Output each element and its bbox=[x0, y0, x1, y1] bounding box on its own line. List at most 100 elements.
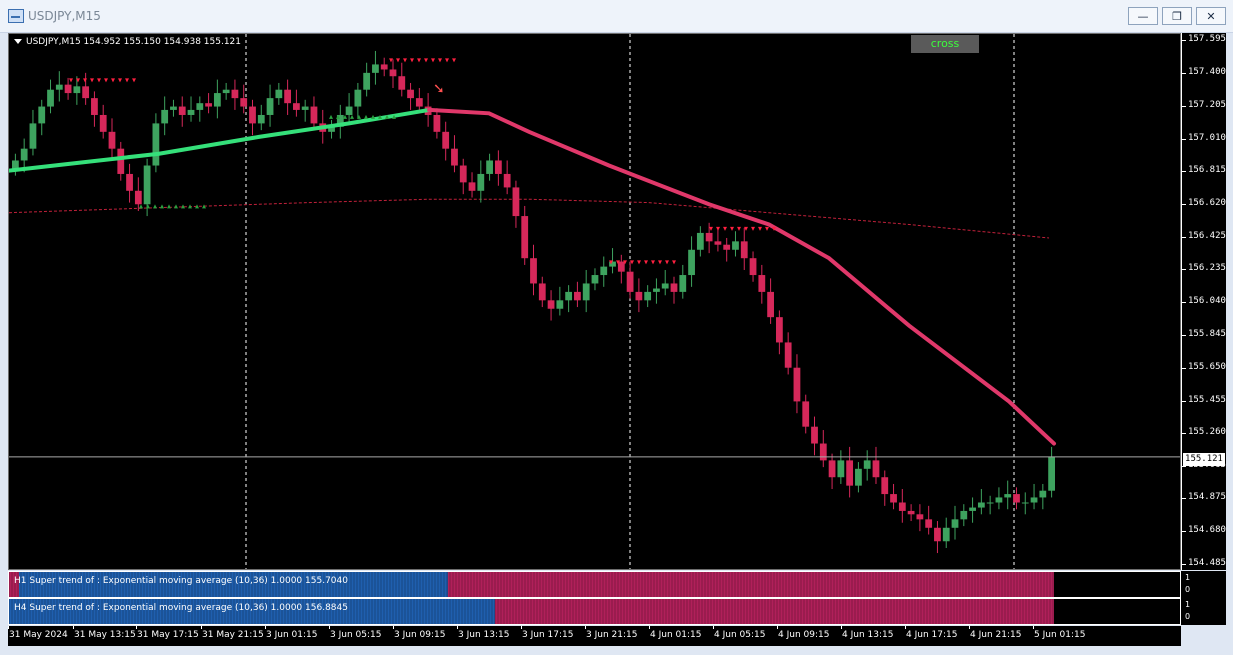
trend-marker: ▾ bbox=[665, 258, 669, 267]
indicator-panel-h4[interactable]: H4 Super trend of : Exponential moving a… bbox=[8, 598, 1181, 625]
candle bbox=[565, 291, 573, 301]
candle bbox=[916, 514, 924, 520]
indicator-panel-h1[interactable]: H1 Super trend of : Exponential moving a… bbox=[8, 571, 1181, 598]
price-level-label: 154.875 bbox=[1188, 492, 1226, 503]
price-chart[interactable]: ▾ ▾ ▾ ▾ ▾ ▾ ▾ ▾ ▾ ▾ ▾ ▾ ▾ ▾ ▾ ▾ ▾ ▾ ▾ ▾ ▾ ▾ ▾ ▾ ▾ ▾ ▾ ▾ ▾ ▾ ▾ ▾ ▾ ▾ ▾ ▾ ▾ ▾ ▾ ▾… bbox=[8, 33, 1181, 570]
trend-marker: ▾ bbox=[424, 55, 428, 64]
price-tick bbox=[1182, 105, 1186, 107]
time-tick bbox=[1033, 626, 1034, 629]
ema-line-downtrend bbox=[427, 107, 1056, 446]
candle bbox=[117, 148, 125, 174]
trend-marker: ▾ bbox=[90, 76, 94, 85]
time-label: 4 Jun 13:15 bbox=[842, 630, 894, 640]
candle bbox=[468, 182, 476, 191]
candle bbox=[600, 266, 608, 276]
candle bbox=[196, 103, 204, 110]
candle bbox=[143, 165, 151, 205]
trend-marker: ▾ bbox=[772, 224, 776, 233]
candle bbox=[846, 460, 854, 486]
candle bbox=[459, 165, 467, 183]
cross-button[interactable]: cross bbox=[911, 35, 979, 53]
indicator-h4-scale-top: 1 bbox=[1185, 600, 1191, 609]
price-level-label: 155.455 bbox=[1188, 394, 1226, 405]
candle bbox=[977, 502, 985, 508]
price-tick bbox=[1182, 334, 1186, 336]
time-tick bbox=[777, 626, 778, 629]
candle bbox=[547, 300, 555, 309]
candle bbox=[951, 519, 959, 528]
symbol-info[interactable]: USDJPY,M15 154.952 155.150 154.938 155.1… bbox=[14, 37, 241, 47]
time-label: 5 Jun 01:15 bbox=[1034, 630, 1086, 640]
trend-marker: ▾ bbox=[132, 76, 136, 85]
price-tick bbox=[1182, 564, 1186, 565]
dropdown-arrow-icon bbox=[14, 39, 22, 44]
restore-button[interactable]: ❐ bbox=[1162, 7, 1192, 25]
trend-marker: ▴ bbox=[378, 112, 382, 121]
time-tick bbox=[841, 626, 842, 629]
candle bbox=[837, 460, 845, 478]
trend-marker: ▴ bbox=[357, 112, 361, 121]
candle bbox=[178, 106, 186, 115]
indicator-h1-scale-bottom: 0 bbox=[1185, 585, 1191, 594]
trend-marker: ▾ bbox=[651, 258, 655, 267]
candle bbox=[161, 109, 169, 124]
candle bbox=[73, 86, 81, 94]
candle bbox=[661, 283, 669, 289]
trend-marker: ▾ bbox=[658, 258, 662, 267]
candle bbox=[310, 106, 318, 124]
sell-arrow-icon: ➘ bbox=[433, 81, 445, 97]
candle bbox=[1021, 502, 1029, 504]
price-tick bbox=[1182, 302, 1186, 303]
minimize-button[interactable]: — bbox=[1128, 7, 1158, 25]
trend-marker: ▾ bbox=[609, 258, 613, 267]
time-label: 31 May 2024 bbox=[9, 630, 68, 640]
candle bbox=[240, 98, 248, 107]
candle bbox=[99, 114, 107, 132]
close-button[interactable]: ✕ bbox=[1196, 7, 1226, 25]
trend-marker: ▾ bbox=[417, 55, 421, 64]
trend-marker: ▴ bbox=[167, 201, 171, 210]
candle bbox=[47, 89, 54, 107]
candle bbox=[1030, 497, 1038, 503]
indicator-h1-scale: 1 0 bbox=[1181, 571, 1226, 598]
time-tick bbox=[969, 626, 970, 629]
price-level-label: 156.235 bbox=[1188, 263, 1226, 274]
trend-marker: ▾ bbox=[737, 224, 741, 233]
chart-window-icon bbox=[8, 9, 24, 23]
trend-marker: ▾ bbox=[118, 76, 122, 85]
candle bbox=[293, 103, 300, 110]
time-axis[interactable]: 31 May 2024 31 May 13:15 31 May 17:15 31 Ma… bbox=[8, 626, 1181, 646]
candle bbox=[942, 527, 950, 542]
candle bbox=[389, 69, 397, 77]
candle bbox=[372, 64, 379, 73]
trend-marker: ▴ bbox=[139, 201, 143, 210]
candle bbox=[986, 502, 994, 504]
trend-marker: ▾ bbox=[623, 258, 627, 267]
price-chart-canvas: ▾ ▾ ▾ ▾ ▾ ▾ ▾ ▾ ▾ ▾▾ ▾ ▾ ▾ ▾ ▾ ▾ ▾ ▾ ▾▾ ▾ ▾ ▾ ▾ ▾ ▾ ▾ ▾ ▾▾ ▾ ▾ ▾ ▾ ▾ ▾ ▾ ▾ ▾… bbox=[9, 34, 1180, 569]
symbol-info-text: USDJPY,M15 154.952 155.150 154.938 155.1… bbox=[26, 37, 242, 47]
candle bbox=[898, 502, 906, 511]
candle bbox=[749, 258, 757, 276]
time-tick bbox=[393, 626, 394, 629]
trend-marker: ▾ bbox=[431, 55, 435, 64]
candle bbox=[152, 123, 160, 166]
candle bbox=[354, 89, 362, 107]
trend-marker: ▴ bbox=[364, 112, 368, 121]
trend-marker: ▾ bbox=[410, 55, 414, 64]
candle bbox=[170, 106, 177, 110]
candle bbox=[793, 367, 801, 402]
trend-marker: ▾ bbox=[104, 76, 108, 85]
trend-marker: ▴ bbox=[343, 112, 347, 121]
trend-marker: ▾ bbox=[730, 224, 734, 233]
candle bbox=[819, 443, 827, 461]
trend-marker: ▴ bbox=[195, 201, 199, 210]
candle bbox=[521, 216, 529, 259]
time-label: 3 Jun 01:15 bbox=[266, 630, 318, 640]
price-level-label: 157.010 bbox=[1188, 132, 1226, 143]
trend-marker: ▾ bbox=[765, 224, 769, 233]
trend-marker: ▴ bbox=[371, 112, 375, 121]
candle bbox=[574, 291, 581, 301]
time-label: 31 May 13:15 bbox=[74, 630, 136, 640]
time-label: 3 Jun 09:15 bbox=[394, 630, 446, 640]
price-scale[interactable]: 155.121 157.595 157.400 157.205 157.010 156.… bbox=[1181, 33, 1226, 570]
